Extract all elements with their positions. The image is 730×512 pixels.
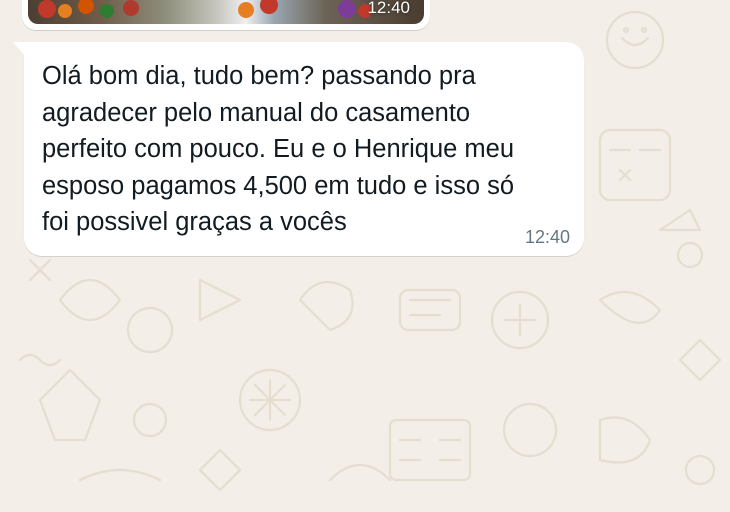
image-message-bubble[interactable]: 12:40 [22,0,430,30]
flower-decoration [238,2,254,18]
flower-decoration [100,4,114,18]
wedding-photo-thumbnail[interactable]: 12:40 [28,0,424,24]
flower-decoration [58,4,72,18]
bubble-tail [13,42,25,56]
flower-decoration [260,0,278,14]
flower-decoration [123,0,139,16]
image-message-time: 12:40 [367,0,410,17]
message-text: Olá bom dia, tudo bem? passando pra agra… [42,62,515,236]
message-time: 12:40 [524,227,570,247]
flower-decoration [78,0,94,14]
text-message-bubble[interactable]: Olá bom dia, tudo bem? passando pra agra… [13,42,584,256]
flower-decoration [338,0,356,18]
flower-decoration [38,0,56,18]
